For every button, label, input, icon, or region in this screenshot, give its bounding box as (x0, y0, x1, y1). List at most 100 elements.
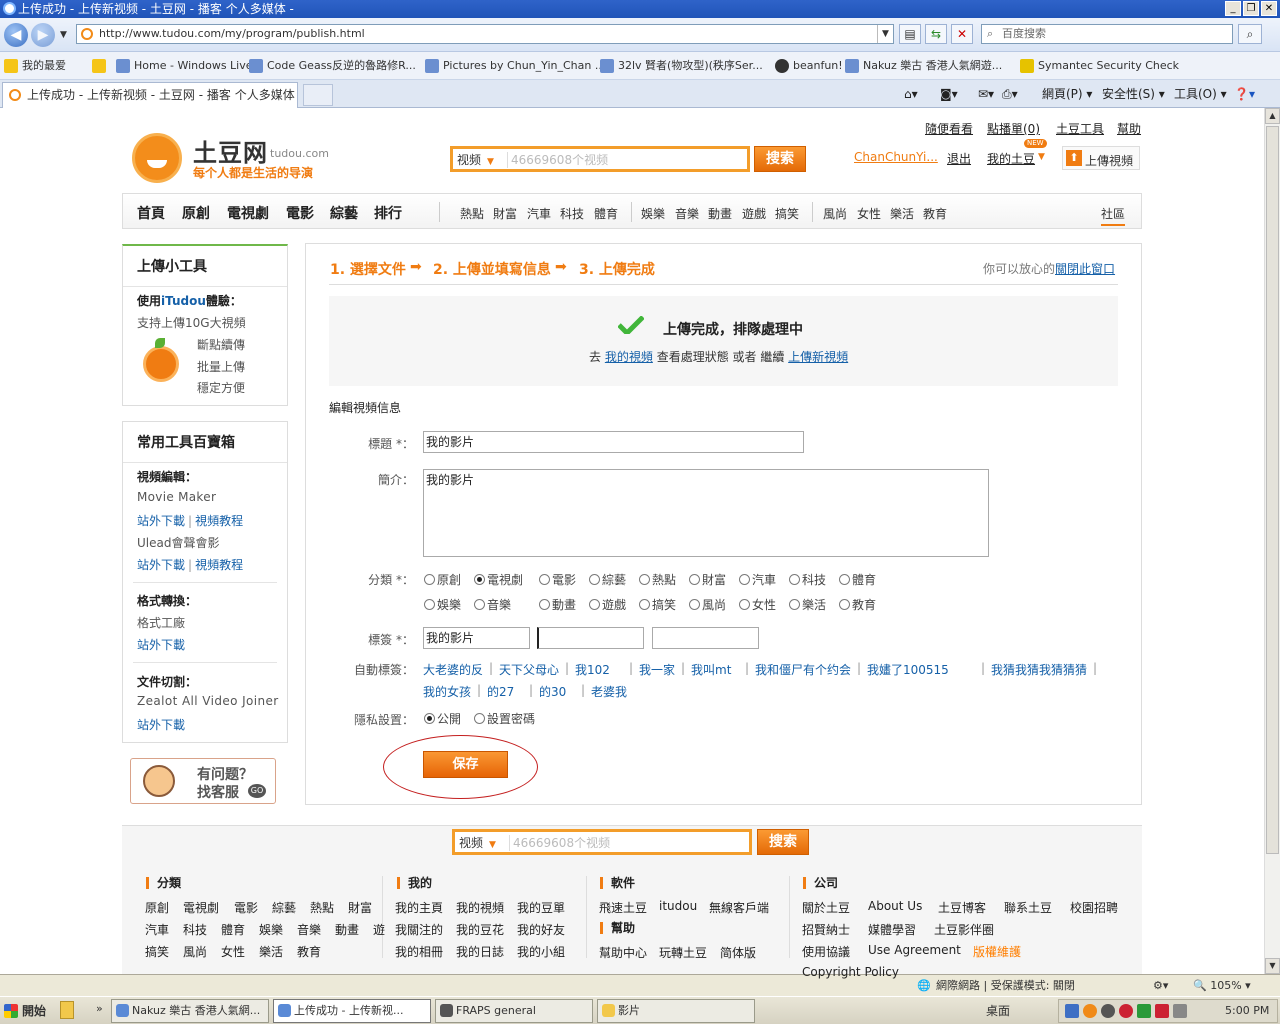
top-link-playlist[interactable]: 點播單(0) (987, 120, 1040, 137)
footer-link[interactable]: 動畫 (335, 921, 359, 938)
footer-link[interactable]: 音樂 (297, 921, 321, 938)
footer-link[interactable]: 我的豆花 (456, 921, 504, 938)
privacy-password-radio[interactable]: 設置密碼 (474, 710, 535, 727)
tag-input-1[interactable]: 我的影片 (423, 627, 530, 649)
footer-link[interactable]: 我的豆單 (517, 899, 565, 916)
nav-ent[interactable]: 娛樂 (641, 205, 665, 222)
nav-tech[interactable]: 科技 (560, 205, 584, 222)
save-button[interactable]: 保存 (423, 751, 508, 778)
tag-input-2[interactable] (537, 627, 644, 649)
offsite-download-link[interactable]: 站外下載 (137, 638, 185, 652)
footer-link[interactable]: 汽車 (145, 921, 169, 938)
auto-tag-link[interactable]: 老婆我 (591, 683, 627, 700)
offsite-download-link[interactable]: 站外下載 (137, 514, 185, 528)
footer-search-button[interactable]: 搜索 (757, 829, 809, 855)
task-fraps[interactable]: FRAPS general (435, 999, 593, 1023)
my-tudou-link[interactable]: 我的土豆 (987, 150, 1035, 167)
category-radio[interactable]: 電視劇 (474, 571, 523, 588)
category-radio[interactable]: 動畫 (539, 596, 576, 613)
auto-tag-link[interactable]: 大老婆的反 (423, 661, 483, 678)
category-radio[interactable]: 教育 (839, 596, 876, 613)
footer-link[interactable]: 遊戲 (373, 921, 385, 938)
category-radio[interactable]: 遊戲 (589, 596, 626, 613)
compat-view-icon[interactable]: ▤ (899, 24, 921, 44)
search-go-icon[interactable]: ⌕ (1238, 24, 1262, 44)
task-video-folder[interactable]: 影片 (597, 999, 755, 1023)
footer-link[interactable]: 土豆影伴圈 (934, 921, 994, 938)
footer-link[interactable]: 我的主頁 (395, 899, 443, 916)
browser-tab-active[interactable]: 上传成功 - 上传新视频 - 土豆网 - 播客 个人多媒体 (2, 82, 298, 108)
category-radio[interactable]: 娛樂 (424, 596, 461, 613)
task-nakuz[interactable]: Nakuz 樂古 香港人氣網... (111, 999, 269, 1023)
top-link-tools[interactable]: 土豆工具 (1056, 120, 1104, 137)
footer-link[interactable]: 關於土豆 (802, 899, 850, 916)
nav-music[interactable]: 音樂 (675, 205, 699, 222)
footer-link[interactable]: 我的視頻 (456, 899, 504, 916)
top-link-random[interactable]: 隨便看看 (925, 120, 973, 137)
offsite-download-link[interactable]: 站外下載 (137, 558, 185, 572)
tray-app-icon[interactable] (1155, 1004, 1169, 1018)
itudou-link[interactable]: iTudou (161, 294, 206, 308)
minimize-button[interactable]: _ (1225, 1, 1241, 16)
close-window-button[interactable]: ✕ (1261, 1, 1277, 16)
footer-link[interactable]: 媒體學習 (868, 921, 916, 938)
auto-tag-link[interactable]: 的30 (539, 683, 566, 700)
footer-link[interactable]: 無線客戶端 (709, 899, 769, 916)
nav-hot[interactable]: 熱點 (460, 205, 484, 222)
browser-search-input[interactable]: ⌕ 百度搜索 (981, 24, 1233, 44)
fav-link-5[interactable]: Nakuz 樂古 香港人氣網遊... (845, 52, 1002, 79)
favorites-button[interactable]: 我的最爱 (4, 52, 66, 79)
home-icon[interactable]: ⌂▾ (904, 80, 918, 108)
refresh-icon[interactable]: ⇆ (925, 24, 947, 44)
category-radio[interactable]: 女性 (739, 596, 776, 613)
footer-link[interactable]: 我的小組 (517, 943, 565, 960)
auto-tag-link[interactable]: 我和僵尸有个约会 (755, 661, 851, 678)
nav-community[interactable]: 社區 (1101, 205, 1126, 226)
tray-app-icon[interactable] (1083, 1004, 1097, 1018)
search-placeholder[interactable]: 46669608个视频 (511, 151, 608, 169)
nav-auto[interactable]: 汽車 (527, 205, 551, 222)
fav-link-3[interactable]: 32lv 賢者(物攻型)(秩序Ser... (600, 52, 763, 79)
zoom-control[interactable]: 🔍 105% ▾ (1193, 975, 1251, 997)
auto-tag-link[interactable]: 天下父母心 (499, 661, 559, 678)
nav-home[interactable]: 首頁 (137, 203, 165, 223)
volume-icon[interactable] (1173, 1004, 1187, 1018)
footer-link[interactable]: Copyright Policy (802, 965, 899, 979)
footer-link[interactable]: About Us (868, 899, 922, 913)
fav-link-1[interactable]: Code Geass反逆的魯路修R... (249, 52, 416, 79)
auto-tag-link[interactable]: 的27 (487, 683, 514, 700)
footer-link[interactable]: 科技 (183, 921, 207, 938)
start-button[interactable]: 開始 (0, 999, 52, 1023)
restore-button[interactable]: ❐ (1243, 1, 1259, 16)
footer-link[interactable]: 女性 (221, 943, 245, 960)
footer-link[interactable]: 搞笑 (145, 943, 169, 960)
category-radio[interactable]: 綜藝 (589, 571, 626, 588)
privacy-public-radio[interactable]: 公開 (424, 710, 461, 727)
nav-anime[interactable]: 動畫 (708, 205, 732, 222)
footer-link[interactable]: 樂活 (259, 943, 283, 960)
footer-link[interactable]: 校園招聘 (1070, 899, 1118, 916)
fav-link-0[interactable]: Home - Windows Live (116, 52, 253, 79)
nav-fashion[interactable]: 風尚 (823, 205, 847, 222)
category-radio[interactable]: 電影 (539, 571, 576, 588)
header-search-box[interactable]: 视频 ▼ 46669608个视频 (450, 146, 750, 172)
fav-link-4[interactable]: beanfun! (775, 52, 843, 79)
auto-tag-link[interactable]: 我嫿了100515 (867, 661, 949, 678)
footer-link[interactable]: 幫助中心 (599, 944, 647, 961)
page-menu[interactable]: 網頁(P) ▾ (1042, 80, 1092, 108)
category-radio[interactable]: 樂活 (789, 596, 826, 613)
fav-link-6[interactable]: Symantec Security Check (1020, 52, 1179, 79)
nav-lohas[interactable]: 樂活 (890, 205, 914, 222)
footer-link[interactable]: Use Agreement (868, 943, 961, 957)
auto-tag-link[interactable]: 我猜我猜我猜猜猜 (991, 661, 1087, 678)
tutorial-link[interactable]: 視頻教程 (195, 558, 243, 572)
close-window-link[interactable]: 關閉此窗口 (1055, 262, 1115, 276)
category-radio[interactable]: 原創 (424, 571, 461, 588)
help-icon[interactable]: ❓▾ (1234, 80, 1255, 108)
footer-link[interactable]: 我關注的 (395, 921, 443, 938)
safety-menu[interactable]: 安全性(S) ▾ (1102, 80, 1165, 108)
vertical-scrollbar[interactable]: ▲ ▼ (1264, 108, 1280, 974)
footer-link[interactable]: 原創 (145, 899, 169, 916)
nav-finance[interactable]: 財富 (493, 205, 517, 222)
category-radio[interactable]: 風尚 (689, 596, 726, 613)
